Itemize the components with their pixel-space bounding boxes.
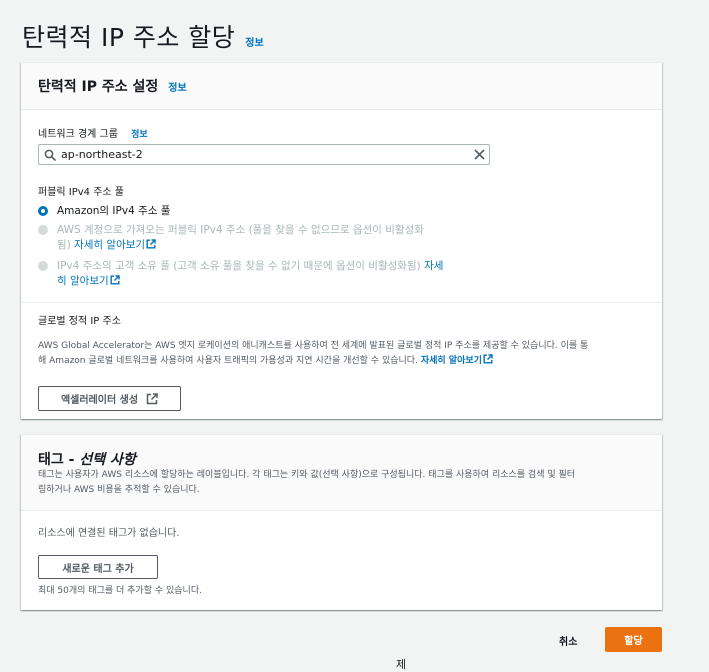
global-desc-line1: AWS Global Accelerator는 AWS 엣지 로케이션의 애니캐… bbox=[38, 341, 589, 351]
external-link-icon bbox=[110, 275, 120, 290]
radio-byoip-pool-label-cont: 됨) bbox=[57, 239, 71, 251]
global-desc-line2: 해 Amazon 글로벌 네트워크를 사용하여 사용자 트래픽의 가용성과 지연… bbox=[38, 356, 418, 366]
tags-description: 태그는 사용자가 AWS 리소스에 할당하는 레이블입니다. 각 태그는 키와 … bbox=[38, 468, 653, 498]
create-accelerator-label: 액셀러레이터 생성 bbox=[60, 395, 139, 406]
page-title: 탄력적 IP 주소 할당 bbox=[22, 23, 236, 52]
tag-limit-text: 최대 50개의 태그를 더 추가할 수 있습니다. bbox=[38, 586, 202, 596]
create-accelerator-button[interactable]: 액셀러레이터 생성 bbox=[38, 386, 181, 411]
radio-button-disabled bbox=[38, 261, 48, 271]
network-border-group-label-row: 네트워크 경계 그룹 정보 bbox=[38, 125, 148, 140]
tags-panel-header: 태그 - 선택 사항 태그는 사용자가 AWS 리소스에 할당하는 레이블입니다… bbox=[21, 435, 662, 511]
radio-amazon-pool-label: Amazon의 IPv4 주소 풀 bbox=[57, 205, 171, 217]
page-info-link[interactable]: 정보 bbox=[245, 34, 263, 49]
tags-title-prefix: 태그 - bbox=[38, 452, 80, 468]
radio-amazon-pool[interactable]: Amazon의 IPv4 주소 풀 bbox=[38, 204, 170, 219]
tags-desc-line1: 태그는 사용자가 AWS 리소스에 할당하는 레이블입니다. 각 태그는 키와 … bbox=[38, 470, 576, 480]
page-header: 탄력적 IP 주소 할당 정보 bbox=[22, 18, 264, 54]
tags-desc-line2: 링하거나 AWS 비용을 추적할 수 있습니다. bbox=[38, 485, 200, 495]
global-accelerator-description: AWS Global Accelerator는 AWS 엣지 로케이션의 애니캐… bbox=[38, 339, 648, 370]
network-border-group-info-link[interactable]: 정보 bbox=[131, 130, 148, 140]
radio-button-disabled bbox=[38, 225, 48, 235]
learn-more-link-global[interactable]: 자세히 알아보기 bbox=[421, 356, 482, 366]
network-border-group-value[interactable]: ap-northeast-2 bbox=[61, 148, 469, 161]
cancel-button[interactable]: 취소 bbox=[559, 633, 577, 648]
tags-title-optional: 선택 사항 bbox=[79, 452, 136, 468]
tags-panel: 태그 - 선택 사항 태그는 사용자가 AWS 리소스에 할당하는 레이블입니다… bbox=[21, 434, 662, 610]
radio-byoip-pool-label: AWS 계정으로 가져오는 퍼블릭 IPv4 주소 (풀을 찾을 수 없으므로 … bbox=[57, 224, 424, 236]
network-border-group-label: 네트워크 경계 그룹 bbox=[38, 129, 118, 140]
clear-icon[interactable] bbox=[469, 149, 489, 160]
radio-customer-pool-label: IPv4 주소의 고객 소유 풀 (고객 소유 풀을 찾을 수 없기 때문에 옵… bbox=[57, 260, 421, 272]
global-static-ip-label: 글로벌 정적 IP 주소 bbox=[38, 316, 121, 327]
elastic-ip-settings-panel: 탄력적 IP 주소 설정 정보 네트워크 경계 그룹 정보 ap-northea… bbox=[21, 62, 662, 419]
radio-customer-owned-pool: IPv4 주소의 고객 소유 풀 (고객 소유 풀을 찾을 수 없기 때문에 옵… bbox=[38, 259, 498, 290]
external-link-icon bbox=[483, 354, 493, 370]
ipv4-pool-label: 퍼블릭 IPv4 주소 풀 bbox=[38, 187, 124, 198]
add-tag-button[interactable]: 새로운 태그 추가 bbox=[38, 555, 158, 579]
learn-more-link-customer-a[interactable]: 자세 bbox=[424, 260, 443, 272]
learn-more-link-byoip[interactable]: 자세히 알아보기 bbox=[74, 239, 145, 251]
external-link-icon bbox=[146, 239, 156, 254]
radio-button-checked[interactable] bbox=[38, 206, 48, 216]
no-tags-text: 리소스에 연결된 태그가 없습니다. bbox=[38, 528, 180, 539]
radio-customer-pool-label-wrap: IPv4 주소의 고객 소유 풀 (고객 소유 풀을 찾을 수 없기 때문에 옵… bbox=[57, 259, 443, 290]
radio-byoip-pool: AWS 계정으로 가져오는 퍼블릭 IPv4 주소 (풀을 찾을 수 없으므로 … bbox=[38, 223, 478, 254]
network-border-group-search[interactable]: ap-northeast-2 bbox=[38, 144, 490, 165]
radio-byoip-pool-label-wrap: AWS 계정으로 가져오는 퍼블릭 IPv4 주소 (풀을 찾을 수 없으므로 … bbox=[57, 223, 424, 254]
settings-panel-title: 탄력적 IP 주소 설정 bbox=[38, 79, 159, 95]
allocate-button[interactable]: 할당 bbox=[605, 627, 662, 652]
learn-more-link-customer-b[interactable]: 히 알아보기 bbox=[57, 275, 109, 287]
settings-panel-header: 탄력적 IP 주소 설정 정보 bbox=[21, 63, 662, 110]
tags-panel-title: 태그 - 선택 사항 bbox=[38, 449, 136, 469]
section-divider bbox=[21, 302, 662, 303]
settings-info-link[interactable]: 정보 bbox=[168, 79, 186, 94]
search-icon bbox=[39, 149, 61, 161]
external-link-icon bbox=[146, 392, 158, 405]
